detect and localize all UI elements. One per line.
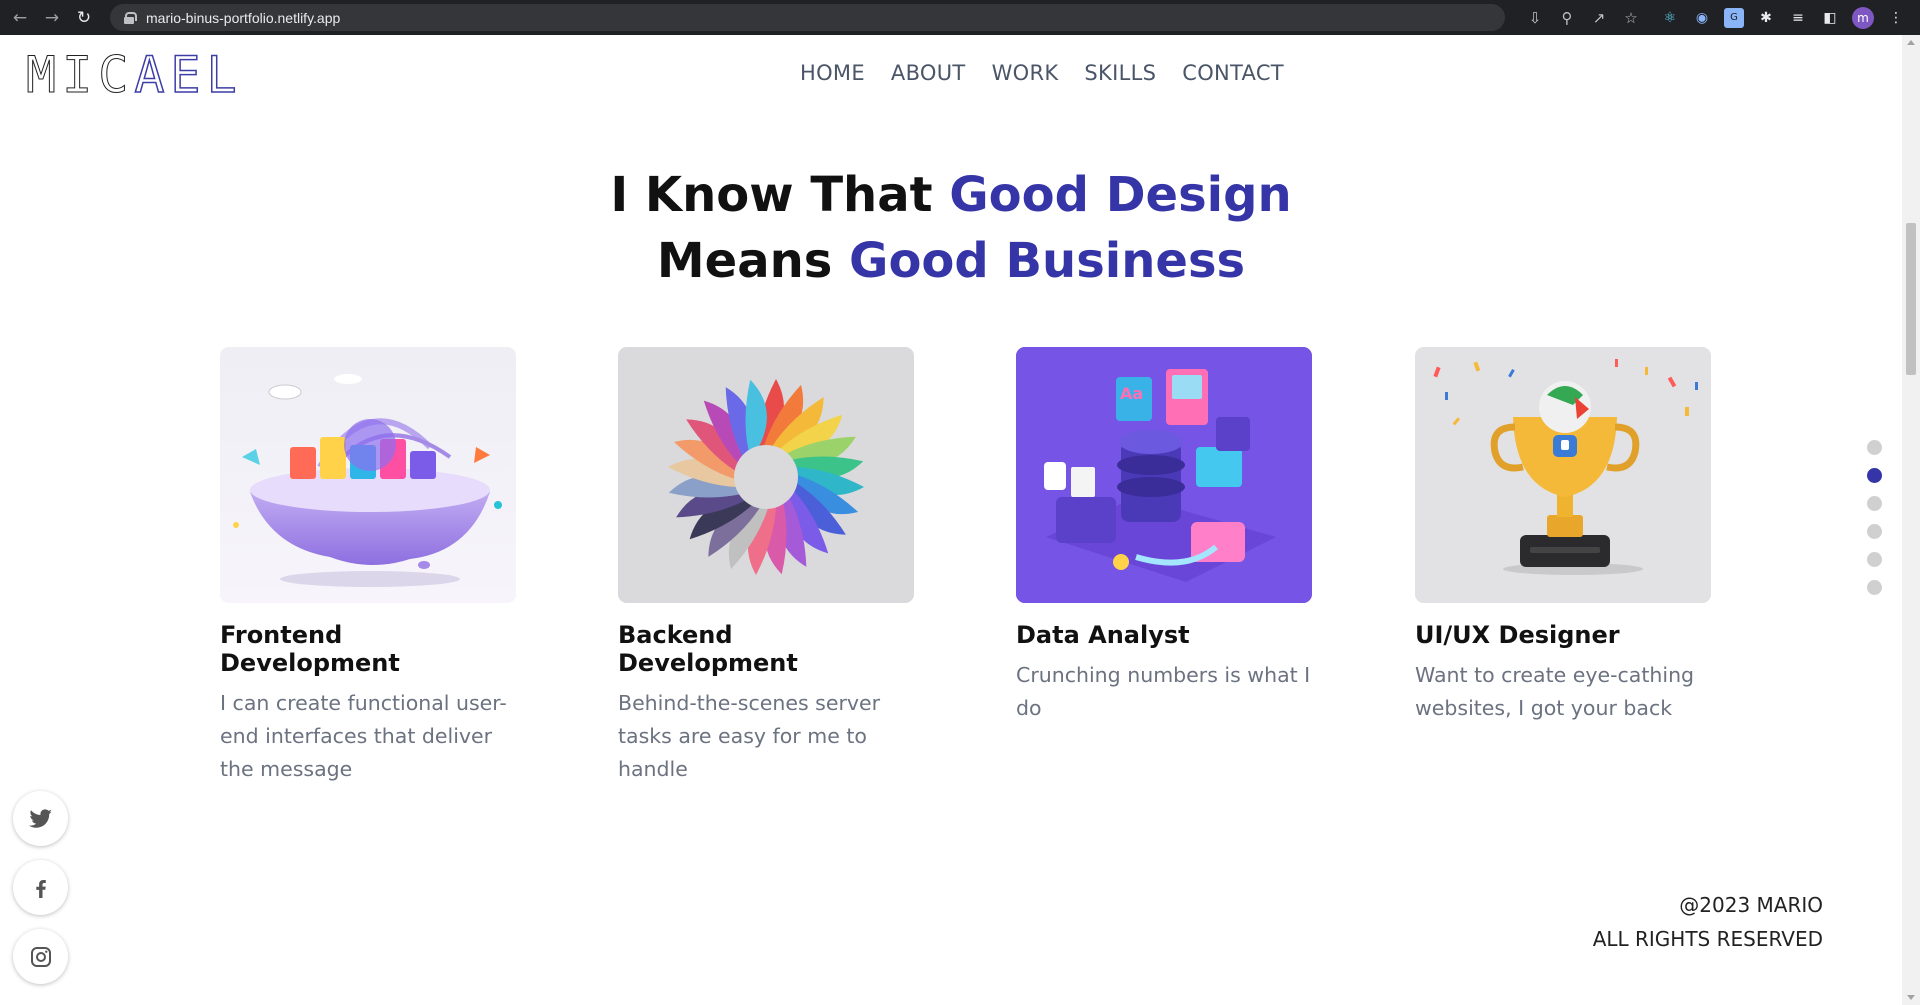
service-card-data: Aa Data Analyst Crunching numbers is wha…: [1016, 347, 1312, 725]
section-headline: I Know That Good Design Means Good Busin…: [0, 162, 1902, 294]
page-scrollbar[interactable]: [1902, 35, 1920, 1005]
instagram-icon: [30, 946, 51, 967]
nav-about[interactable]: ABOUT: [891, 61, 966, 85]
zoom-icon[interactable]: ⚲: [1557, 8, 1577, 28]
share-icon[interactable]: ↗: [1589, 8, 1609, 28]
section-dot-active[interactable]: [1867, 468, 1882, 483]
section-dot[interactable]: [1867, 496, 1882, 511]
back-icon[interactable]: ←: [4, 0, 36, 35]
service-description: Want to create eye-cathing websites, I g…: [1415, 663, 1695, 720]
social-links: [13, 791, 68, 984]
headline-line1-accent: Good Design: [949, 167, 1292, 223]
service-title: UI/UX Designer: [1415, 621, 1620, 649]
nav-work[interactable]: WORK: [992, 61, 1059, 85]
scroll-up-icon[interactable]: [1907, 40, 1915, 45]
scrollbar-thumb[interactable]: [1906, 223, 1916, 375]
bookmark-star-icon[interactable]: ☆: [1621, 8, 1641, 28]
facebook-icon: [35, 879, 46, 898]
facebook-link[interactable]: [13, 860, 68, 915]
service-description: I can create functional user-end interfa…: [220, 691, 507, 781]
screen-capture-icon[interactable]: ◉: [1692, 8, 1712, 28]
address-bar[interactable]: mario-binus-portfolio.netlify.app: [110, 4, 1505, 31]
footer-copyright: @2023 MARIO ALL RIGHTS RESERVED: [1593, 888, 1823, 956]
svg-text:Aa: Aa: [1120, 384, 1143, 403]
nav-skills[interactable]: SKILLS: [1084, 61, 1156, 85]
headline-line1-plain: I Know That: [610, 167, 950, 223]
install-icon[interactable]: ⇩: [1525, 8, 1545, 28]
page: MICAEL HOME ABOUT WORK SKILLS CONTACT I …: [0, 35, 1902, 1005]
react-devtools-icon[interactable]: ⚛: [1660, 8, 1680, 28]
headline-line2-plain: Means: [656, 233, 850, 289]
section-pagination: [1867, 440, 1882, 595]
logo-part-accent: AEL: [134, 46, 243, 104]
lock-icon[interactable]: [124, 11, 137, 24]
translate-icon[interactable]: G: [1724, 7, 1744, 28]
twitter-icon: [28, 808, 52, 828]
menu-kebab-icon[interactable]: ⋮: [1886, 8, 1906, 28]
logo-part-dark: MIC: [25, 46, 135, 104]
uiux-illustration: [1415, 347, 1711, 603]
service-description: Behind-the-scenes server tasks are easy …: [618, 691, 881, 781]
profile-avatar[interactable]: m: [1852, 6, 1874, 29]
reload-icon[interactable]: ↻: [68, 0, 100, 35]
url-text[interactable]: mario-binus-portfolio.netlify.app: [146, 10, 340, 26]
backend-illustration: [618, 347, 914, 603]
forward-icon[interactable]: →: [36, 0, 68, 35]
nav-home[interactable]: HOME: [800, 61, 865, 85]
section-dot[interactable]: [1867, 524, 1882, 539]
frontend-illustration: [220, 347, 516, 603]
scroll-down-icon[interactable]: [1907, 995, 1915, 1000]
reading-list-icon[interactable]: ≡: [1788, 8, 1808, 28]
section-dot[interactable]: [1867, 552, 1882, 567]
site-logo[interactable]: MICAEL: [25, 49, 243, 101]
service-title: Frontend Development: [220, 621, 400, 677]
service-card-backend: Backend Development Behind-the-scenes se…: [618, 347, 914, 786]
service-card-frontend: Frontend Development I can create functi…: [220, 347, 516, 786]
side-panel-icon[interactable]: ◧: [1820, 8, 1840, 28]
nav-contact[interactable]: CONTACT: [1182, 61, 1284, 85]
data-analyst-illustration: Aa: [1016, 347, 1312, 603]
footer-line-2: ALL RIGHTS RESERVED: [1592, 927, 1823, 951]
service-description: Crunching numbers is what I do: [1016, 663, 1311, 720]
twitter-link[interactable]: [13, 791, 68, 846]
extensions-puzzle-icon[interactable]: ✱: [1756, 8, 1776, 28]
section-dot[interactable]: [1867, 440, 1882, 455]
browser-toolbar: ← → ↻ mario-binus-portfolio.netlify.app …: [0, 0, 1920, 35]
service-title: Data Analyst: [1016, 621, 1190, 649]
service-card-uiux: UI/UX Designer Want to create eye-cathin…: [1415, 347, 1711, 725]
instagram-link[interactable]: [13, 929, 68, 984]
footer-line-1: @2023 MARIO: [1679, 893, 1823, 917]
headline-line2-accent: Good Business: [849, 233, 1246, 289]
main-nav: HOME ABOUT WORK SKILLS CONTACT: [800, 61, 1284, 85]
section-dot[interactable]: [1867, 580, 1882, 595]
service-title: Backend Development: [618, 621, 798, 677]
